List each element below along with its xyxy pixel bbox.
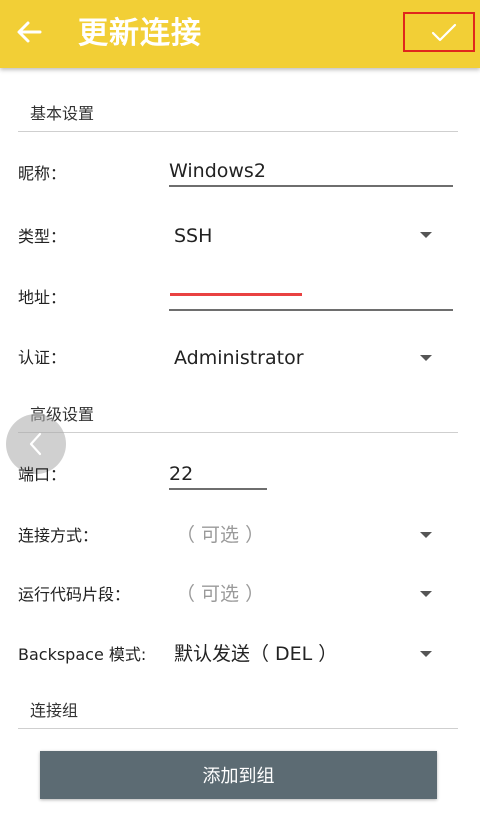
port-label: 端口： <box>18 465 67 484</box>
section-divider <box>18 728 458 729</box>
section-basic-title: 基本设置 <box>30 104 95 123</box>
type-label: 类型： <box>18 227 67 246</box>
page-title: 更新连接 <box>78 16 202 51</box>
back-button[interactable] <box>14 14 58 54</box>
add-to-group-button[interactable]: 添加到组 <box>40 751 437 799</box>
snippet-label: 运行代码片段： <box>18 585 131 604</box>
port-underline <box>169 488 267 490</box>
confirm-button[interactable] <box>403 12 475 52</box>
section-group-title: 连接组 <box>30 701 79 720</box>
section-divider <box>18 131 458 132</box>
type-select[interactable]: SSH <box>174 224 212 248</box>
check-icon <box>431 23 457 42</box>
auth-label: 认证： <box>18 348 67 367</box>
chevron-down-icon[interactable] <box>420 232 432 238</box>
redaction-mark <box>170 288 302 300</box>
backspace-select[interactable]: 默认发送（ DEL ） <box>174 642 337 666</box>
address-underline <box>169 309 453 311</box>
backspace-label: Backspace 模式: <box>18 645 147 664</box>
nickname-underline <box>169 185 453 187</box>
address-label: 地址： <box>18 288 67 307</box>
conn-method-select[interactable]: （ 可选 ） <box>176 523 264 547</box>
snippet-select[interactable]: （ 可选 ） <box>176 582 264 606</box>
section-divider <box>18 432 458 433</box>
chevron-down-icon[interactable] <box>420 355 432 361</box>
chevron-down-icon[interactable] <box>420 591 432 597</box>
chevron-down-icon[interactable] <box>420 532 432 538</box>
chevron-left-icon <box>29 432 42 456</box>
arrow-left-icon <box>17 21 42 43</box>
conn-method-label: 连接方式： <box>18 526 99 545</box>
nickname-input[interactable] <box>169 158 453 184</box>
port-input[interactable] <box>169 461 267 487</box>
app-bar: 更新连接 <box>0 0 480 68</box>
chevron-down-icon[interactable] <box>420 651 432 657</box>
auth-select[interactable]: Administrator <box>174 346 304 370</box>
nickname-label: 昵称： <box>18 164 67 183</box>
